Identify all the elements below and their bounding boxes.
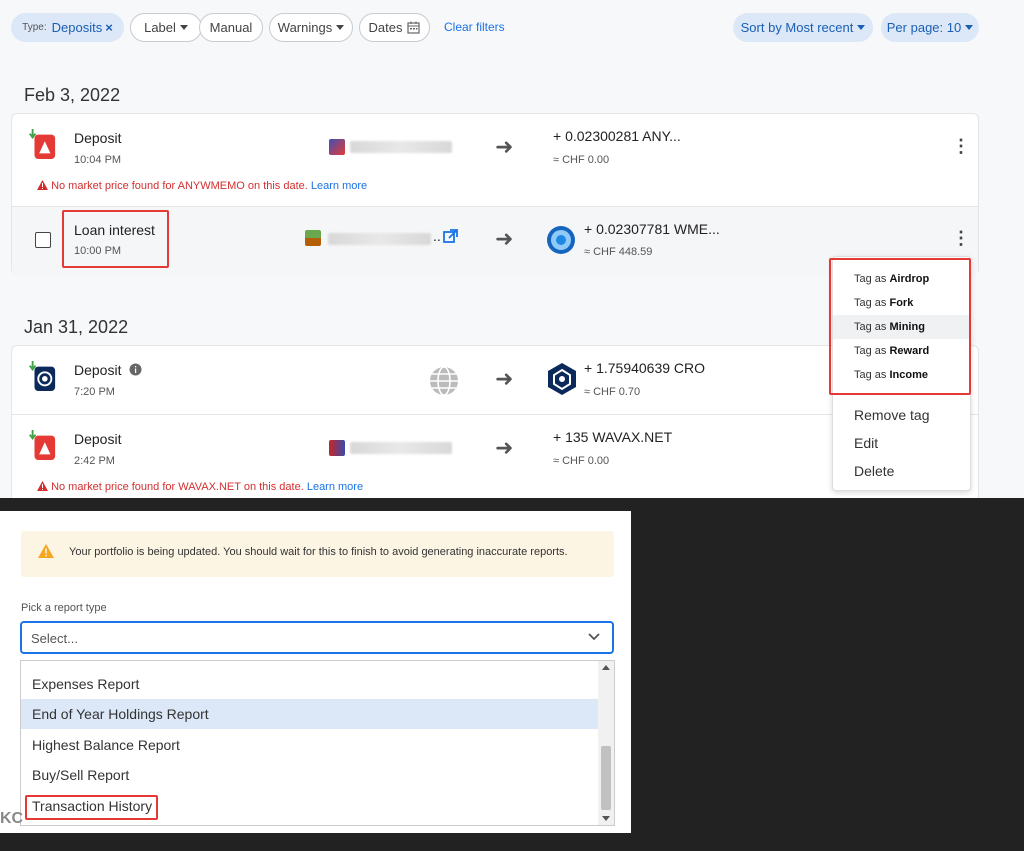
- caret-down-icon: [179, 25, 188, 30]
- learn-more-link[interactable]: Learn more: [307, 481, 363, 493]
- transaction-time: 2:42 PM: [74, 455, 115, 467]
- arrow-right-icon: ➜: [495, 435, 514, 460]
- option-buy-sell-report[interactable]: Buy/Sell Report: [21, 760, 599, 790]
- type-filter-value: Deposits: [51, 20, 103, 35]
- transaction-type: Deposit: [74, 130, 122, 146]
- caret-down-icon: [336, 25, 345, 30]
- chevron-down-icon[interactable]: [588, 632, 600, 642]
- scroll-thumb[interactable]: [601, 746, 611, 810]
- warning-icon: [38, 544, 54, 558]
- calendar-icon: [407, 21, 421, 34]
- price-warning: No market price found for ANYWMEMO on th…: [37, 180, 367, 192]
- transaction-type: Deposit: [74, 362, 142, 378]
- delete-item[interactable]: Delete: [833, 459, 970, 483]
- dates-filter-label: Dates: [368, 20, 403, 35]
- highlight-box: [62, 210, 169, 268]
- scroll-up-icon[interactable]: [602, 665, 610, 670]
- scrollbar[interactable]: [598, 661, 614, 825]
- kebab-menu-icon[interactable]: ⋮: [952, 136, 970, 157]
- deposit-icon: [29, 430, 56, 460]
- redacted-wallet: [328, 233, 431, 245]
- redacted-wallet: [350, 141, 452, 153]
- transaction-fiat: ≈ CHF 0.00: [553, 455, 610, 467]
- wallet-ellipsis: ..: [433, 228, 441, 244]
- background-fragment: KC: [0, 810, 24, 827]
- date-heading: Feb 3, 2022: [24, 85, 121, 105]
- sort-label: Sort by Most recent: [740, 20, 854, 35]
- transaction-type: Deposit: [74, 431, 122, 447]
- arrow-right-icon: ➜: [495, 226, 514, 251]
- report-type-label: Pick a report type: [21, 602, 107, 614]
- type-filter-prefix: Type:: [22, 22, 47, 33]
- globe-icon: [430, 366, 458, 396]
- option-expenses-report[interactable]: Expenses Report: [21, 669, 599, 699]
- dates-filter-button[interactable]: Dates: [359, 13, 430, 42]
- arrow-right-icon: ➜: [495, 134, 514, 159]
- caret-down-icon: [965, 25, 974, 30]
- manual-filter-button[interactable]: Manual: [199, 13, 263, 42]
- update-notice: Your portfolio is being updated. You sho…: [21, 531, 614, 577]
- transaction-amount: + 0.02300281 ANY...: [553, 128, 681, 144]
- wallet-icon: [329, 440, 345, 456]
- external-link-icon[interactable]: [443, 229, 458, 244]
- warnings-filter-label: Warnings: [277, 20, 333, 35]
- highlight-box: [829, 258, 971, 395]
- select-checkbox[interactable]: [35, 232, 51, 248]
- transactions-panel: Type: Deposits × Label Manual Warnings D…: [0, 0, 1024, 498]
- manual-filter-label: Manual: [209, 20, 253, 35]
- transaction-fiat: ≈ CHF 448.59: [584, 246, 653, 258]
- option-highest-balance[interactable]: Highest Balance Report: [21, 730, 599, 760]
- transaction-row[interactable]: Deposit 10:04 PM ➜ + 0.02300281 ANY... ≈…: [12, 114, 978, 206]
- report-panel: Your portfolio is being updated. You sho…: [0, 498, 1024, 851]
- report-type-select[interactable]: Select...: [20, 621, 614, 654]
- redacted-wallet: [350, 442, 452, 454]
- edit-item[interactable]: Edit: [833, 431, 970, 455]
- option-end-of-year-holdings[interactable]: End of Year Holdings Report: [21, 699, 599, 729]
- warning-text: No market price found for ANYWMEMO on th…: [51, 180, 308, 192]
- sort-dropdown[interactable]: Sort by Most recent: [733, 13, 873, 42]
- scroll-down-icon[interactable]: [602, 816, 610, 821]
- warning-icon: [37, 481, 48, 491]
- transaction-time: 10:04 PM: [74, 154, 122, 166]
- transaction-amount: + 0.02307781 WME...: [584, 221, 720, 237]
- label-filter-label: Label: [144, 20, 176, 35]
- date-heading: Jan 31, 2022: [24, 317, 129, 337]
- transaction-amount: + 135 WAVAX.NET: [553, 429, 673, 445]
- cro-icon: [548, 363, 576, 395]
- remove-filter-icon[interactable]: ×: [105, 20, 113, 35]
- per-page-dropdown[interactable]: Per page: 10: [881, 13, 979, 42]
- type-filter-chip[interactable]: Type: Deposits ×: [11, 13, 124, 42]
- wallet-icon: [305, 230, 321, 246]
- transaction-type-label: Deposit: [74, 362, 122, 378]
- transaction-time: 7:20 PM: [74, 386, 115, 398]
- info-icon[interactable]: [129, 363, 142, 376]
- warning-text: No market price found for WAVAX.NET on t…: [51, 481, 304, 493]
- remove-tag-item[interactable]: Remove tag: [833, 403, 970, 427]
- transaction-fiat: ≈ CHF 0.00: [553, 154, 610, 166]
- kebab-menu-icon[interactable]: ⋮: [952, 228, 970, 249]
- learn-more-link[interactable]: Learn more: [311, 180, 367, 192]
- caret-down-icon: [857, 25, 866, 30]
- notice-text: Your portfolio is being updated. You sho…: [69, 546, 568, 558]
- label-filter-button[interactable]: Label: [130, 13, 202, 42]
- arrow-right-icon: ➜: [495, 366, 514, 391]
- report-dialog: Your portfolio is being updated. You sho…: [0, 511, 631, 833]
- filter-bar: Type: Deposits × Label Manual Warnings D…: [11, 13, 1024, 43]
- per-page-label: Per page: 10: [886, 20, 962, 35]
- select-placeholder: Select...: [31, 631, 78, 646]
- transaction-fiat: ≈ CHF 0.70: [584, 386, 641, 398]
- warning-icon: [37, 180, 48, 190]
- wmemo-icon: [547, 226, 575, 254]
- highlight-box: [25, 795, 158, 820]
- wallet-icon: [329, 139, 345, 155]
- transaction-amount: + 1.75940639 CRO: [584, 360, 706, 376]
- deposit-icon: [29, 129, 56, 159]
- warnings-filter-button[interactable]: Warnings: [269, 13, 353, 42]
- price-warning: No market price found for WAVAX.NET on t…: [37, 481, 363, 493]
- deposit-icon: [29, 361, 56, 391]
- clear-filters-link[interactable]: Clear filters: [444, 20, 505, 34]
